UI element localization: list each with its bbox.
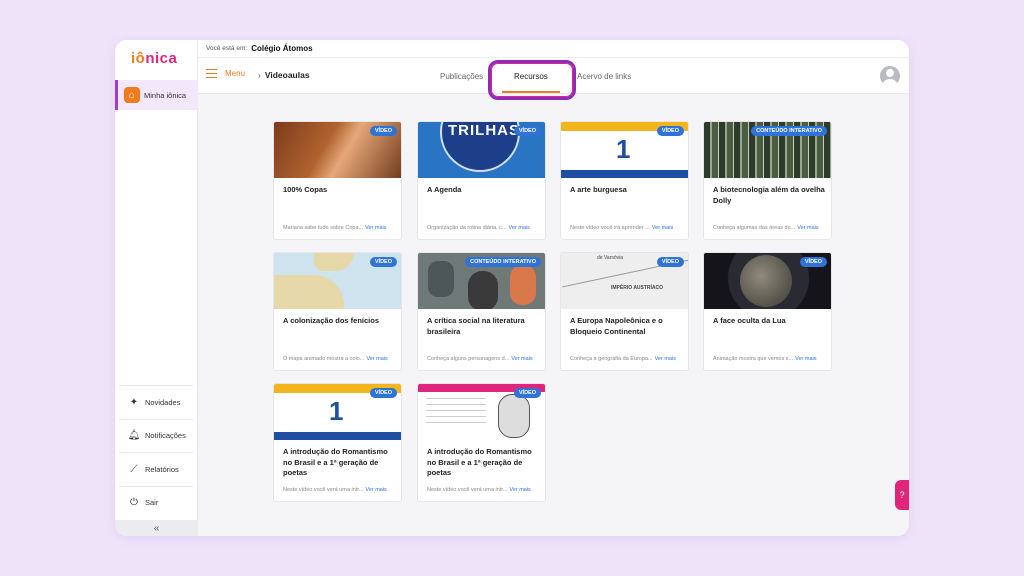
card-description: Neste vídeo você verá uma intr... Ver mai…: [283, 487, 387, 493]
card-description: O mapa animado mostra a colo... Ver mais: [283, 356, 388, 362]
resource-card[interactable]: 1 VÍDEO A introdução do Romantismo no Br…: [273, 383, 402, 502]
help-button[interactable]: ?: [895, 480, 909, 510]
card-title: 100% Copas: [283, 185, 328, 194]
tab-acervo-de-links[interactable]: Acervo de links: [577, 72, 631, 81]
card-title: A Agenda: [427, 185, 462, 194]
resource-card[interactable]: VÍDEO A introdução do Romantismo no Bras…: [417, 383, 546, 502]
sidebar-item-label: Sair: [145, 498, 159, 508]
card-title: A colonização dos fenícios: [283, 316, 379, 325]
question-icon: ?: [899, 490, 905, 500]
type-badge: VÍDEO: [656, 126, 684, 136]
hamburger-icon: [206, 69, 217, 78]
home-icon: ⌂: [124, 87, 140, 103]
card-title: A introdução do Romantismo no Brasil e a…: [283, 447, 388, 477]
sidebar-item-sair[interactable]: ⏻ Sair: [119, 485, 193, 520]
see-more-link[interactable]: Ver mais: [365, 225, 386, 231]
card-description: Conheça algumas das áreas do... Ver mais: [713, 225, 819, 231]
see-more-link[interactable]: Ver mais: [509, 225, 530, 231]
see-more-link[interactable]: Ver mais: [365, 487, 386, 493]
sidebar-item-label: Minha iônica: [144, 90, 187, 100]
chevron-right-icon: ›: [258, 70, 261, 80]
type-badge: CONTEÚDO INTERATIVO: [751, 126, 827, 136]
menu-button[interactable]: Menu: [206, 69, 245, 78]
see-more-link[interactable]: Ver mais: [511, 356, 532, 362]
see-more-link[interactable]: Ver mais: [797, 225, 818, 231]
see-more-link[interactable]: Ver mais: [652, 225, 673, 231]
type-badge: VÍDEO: [656, 257, 684, 267]
collapse-sidebar-button[interactable]: «: [115, 520, 198, 536]
resource-card[interactable]: VÍDEO A colonização dos fenícios O mapa …: [273, 252, 402, 371]
tab-publicacoes[interactable]: Publicações: [440, 72, 483, 81]
chart-icon: ⟋: [130, 463, 138, 475]
see-more-link[interactable]: Ver mais: [366, 356, 387, 362]
type-badge: VÍDEO: [369, 126, 397, 136]
resource-card[interactable]: de Varsóvia IMPÉRIO AUSTRÍACO VÍDEO A Eur…: [560, 252, 689, 371]
resource-card[interactable]: CONTEÚDO INTERATIVO A biotecnologia além…: [703, 121, 832, 240]
card-description: Organização da rotina diária, c... Ver ma…: [427, 225, 530, 231]
type-badge: VÍDEO: [799, 257, 827, 267]
tab-recursos[interactable]: Recursos: [514, 72, 548, 81]
bell-icon: 🔔︎: [127, 430, 141, 442]
card-title: A crítica social na literatura brasileir…: [427, 316, 525, 336]
sidebar-bottom-list: ✦ Novidades 🔔︎ Notificações ⟋ Relatórios…: [119, 385, 193, 519]
card-title: A introdução do Romantismo no Brasil e a…: [427, 447, 532, 477]
double-chevron-left-icon: «: [153, 522, 160, 534]
top-navigation: Menu › Videoaulas Publicações Recursos Ac…: [198, 58, 909, 100]
resource-card[interactable]: VÍDEO A face oculta da Lua Animação most…: [703, 252, 832, 371]
card-description: Animação mostra que vemos s... Ver mais: [713, 356, 817, 362]
type-badge: VÍDEO: [513, 126, 541, 136]
location-prefix: Você está em:: [206, 45, 248, 52]
resource-card[interactable]: CONTEÚDO INTERATIVO A crítica social na …: [417, 252, 546, 371]
type-badge: VÍDEO: [369, 388, 397, 398]
location-bar: Você está em: Colégio Átomos: [198, 40, 909, 58]
card-title: A face oculta da Lua: [713, 316, 786, 325]
main-content: Você está em: Colégio Átomos Menu › Video…: [198, 40, 909, 536]
card-description: Neste vídeo você verá uma intr... Ver mai…: [427, 487, 531, 493]
user-avatar[interactable]: [880, 66, 900, 86]
type-badge: CONTEÚDO INTERATIVO: [465, 257, 541, 267]
sidebar-item-relatorios[interactable]: ⟋ Relatórios: [119, 452, 193, 486]
resource-card[interactable]: 1 VÍDEO A arte burguesa Neste vídeo você…: [560, 121, 689, 240]
resource-card[interactable]: VÍDEO 100% Copas Mariana sabe tudo sobre…: [273, 121, 402, 240]
section-title: Videoaulas: [264, 70, 310, 80]
type-badge: VÍDEO: [369, 257, 397, 267]
card-description: Conheça a geografia da Europa... Ver mais: [570, 356, 676, 362]
sidebar-item-label: Novidades: [145, 397, 181, 407]
card-description: Mariana sabe tudo sobre Copa... Ver mais: [283, 225, 387, 231]
sparkle-icon: ✦: [129, 396, 139, 408]
card-title: A biotecnologia além da ovelha Dolly: [713, 185, 825, 205]
type-badge: VÍDEO: [513, 388, 541, 398]
app-window: iônica ⌂ Minha iônica ✦ Novidades 🔔︎ Not…: [115, 40, 909, 536]
resource-card[interactable]: TRILHAS VÍDEO A Agenda Organização da ro…: [417, 121, 546, 240]
see-more-link[interactable]: Ver mais: [655, 356, 676, 362]
sidebar-item-label: Relatórios: [145, 464, 179, 474]
active-tab-indicator: [502, 91, 560, 93]
see-more-link[interactable]: Ver mais: [795, 356, 816, 362]
card-title: A Europa Napoleônica e o Bloqueio Contin…: [570, 316, 663, 336]
card-description: Conheça alguns personagens d... Ver mais: [427, 356, 533, 362]
power-icon: ⏻: [130, 497, 138, 509]
school-name[interactable]: Colégio Átomos: [251, 44, 312, 53]
sidebar-item-novidades[interactable]: ✦ Novidades: [119, 385, 193, 419]
card-description: Neste vídeo você irá aprender ... Ver mai…: [570, 225, 674, 231]
sidebar-item-minha-ionica[interactable]: ⌂ Minha iônica: [115, 80, 198, 110]
see-more-link[interactable]: Ver mais: [509, 487, 530, 493]
ionica-logo[interactable]: iônica: [131, 50, 177, 67]
sidebar-item-label: Notificações: [145, 431, 186, 441]
menu-label: Menu: [225, 69, 246, 78]
sidebar-item-notificacoes[interactable]: 🔔︎ Notificações: [119, 418, 193, 453]
sidebar: iônica ⌂ Minha iônica ✦ Novidades 🔔︎ Not…: [115, 40, 198, 536]
card-title: A arte burguesa: [570, 185, 627, 194]
breadcrumb: › Videoaulas: [258, 70, 310, 80]
